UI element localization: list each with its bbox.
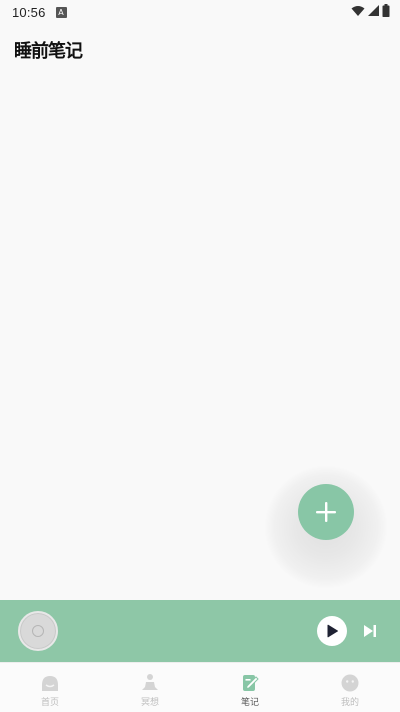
wifi-icon [351, 5, 365, 16]
play-button[interactable] [317, 616, 347, 646]
meditation-icon [139, 672, 161, 694]
screen: 10:56 A 睡前笔记 首页 冥想 笔记 我的 [0, 0, 400, 712]
play-icon [327, 624, 338, 638]
nav-item-notes[interactable]: 笔记 [200, 663, 300, 712]
page-title: 睡前笔记 [14, 41, 83, 62]
nav-label-meditation: 冥想 [140, 698, 159, 708]
home-icon [39, 672, 61, 694]
nav-item-home[interactable]: 首页 [0, 663, 100, 712]
skip-next-button[interactable] [361, 622, 379, 640]
profile-icon [339, 672, 361, 694]
disc-center [32, 625, 44, 637]
add-note-button[interactable] [298, 484, 354, 540]
nav-label-home: 首页 [40, 698, 59, 708]
status-bar: 10:56 A [0, 0, 400, 24]
status-time: 10:56 [12, 4, 46, 20]
signal-icon [368, 5, 379, 16]
nav-item-profile[interactable]: 我的 [300, 663, 400, 712]
album-disc[interactable] [18, 611, 58, 651]
battery-icon [382, 4, 390, 17]
note-edit-icon [239, 672, 261, 694]
nav-label-profile: 我的 [340, 698, 359, 708]
notification-icon: A [55, 6, 67, 18]
plus-icon [316, 502, 336, 522]
status-icons [351, 4, 390, 17]
skip-next-icon [364, 625, 376, 637]
bottom-nav: 首页 冥想 笔记 我的 [0, 662, 400, 712]
nav-item-meditation[interactable]: 冥想 [100, 663, 200, 712]
nav-label-notes: 笔记 [240, 698, 259, 708]
